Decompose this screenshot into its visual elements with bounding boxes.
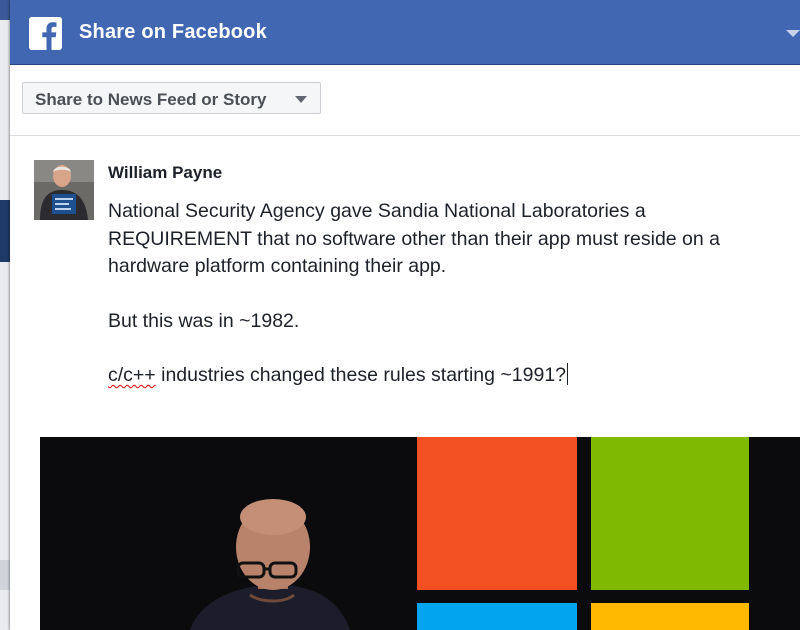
logo-tile-blue: [417, 603, 577, 630]
share-dialog: Share on Facebook Share to News Feed or …: [10, 0, 800, 630]
attachment-image[interactable]: [40, 437, 800, 630]
misspelled-word[interactable]: c/c++: [108, 364, 156, 386]
chevron-down-icon: [295, 96, 307, 103]
logo-tile-green: [591, 437, 749, 590]
avatar[interactable]: [34, 160, 94, 220]
post-paragraph: But this was in ~1982.: [108, 309, 300, 332]
background-header-strip: [0, 0, 10, 20]
background-page: [0, 0, 10, 630]
header-menu-chevron-icon[interactable]: [786, 30, 800, 37]
logo-tile-yellow: [591, 603, 749, 630]
share-destination-dropdown[interactable]: Share to News Feed or Story: [22, 82, 321, 114]
dialog-header: Share on Facebook: [10, 0, 800, 65]
share-destination-label: Share to News Feed or Story: [35, 90, 267, 109]
post-paragraph-last: c/c++ industries changed these rules sta…: [108, 362, 748, 390]
post-line-text: industries changed these rules starting …: [155, 364, 567, 386]
text-cursor: [567, 363, 569, 385]
post-text-editor[interactable]: National Security Agency gave Sandia Nat…: [108, 198, 748, 390]
dialog-title: Share on Facebook: [79, 21, 267, 43]
logo-tile-orange: [417, 437, 577, 590]
background-banner-strip: [0, 200, 10, 262]
divider: [10, 135, 800, 136]
author-name[interactable]: William Payne: [108, 163, 222, 183]
speaker-figure: [190, 499, 350, 630]
facebook-logo-icon: [29, 17, 62, 50]
background-footer-strip: [0, 560, 10, 590]
post-paragraph: National Security Agency gave Sandia Nat…: [108, 200, 721, 277]
